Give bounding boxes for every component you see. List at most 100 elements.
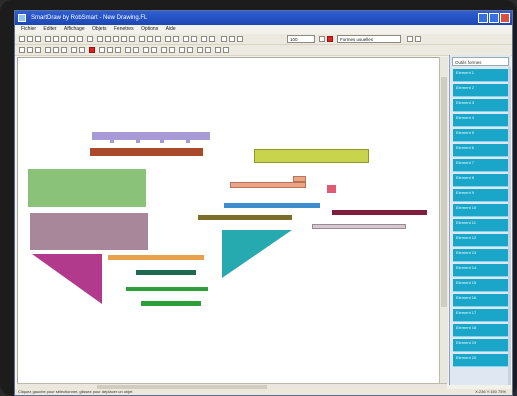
- bright-green-bar-shape[interactable]: [141, 301, 201, 306]
- symbol-icon[interactable]: [205, 47, 211, 53]
- bold-icon[interactable]: [19, 47, 25, 53]
- rectangle-icon[interactable]: [113, 36, 119, 42]
- panel-item[interactable]: Element 5: [453, 129, 508, 142]
- arrow-icon[interactable]: [237, 36, 243, 42]
- menu-options[interactable]: Options: [141, 25, 158, 34]
- next-icon[interactable]: [223, 47, 229, 53]
- panel-item[interactable]: Element 13: [453, 249, 508, 262]
- panel-item[interactable]: Element 18: [453, 324, 508, 337]
- panel-item[interactable]: Element 2: [453, 84, 508, 97]
- salmon-bar-shape[interactable]: [230, 182, 306, 188]
- paste-icon[interactable]: [69, 36, 75, 42]
- panel-header[interactable]: Outils formes: [452, 57, 509, 66]
- panel-item[interactable]: Element 17: [453, 309, 508, 322]
- menu-objects[interactable]: Objets: [92, 25, 106, 34]
- panel-item[interactable]: Element 6: [453, 144, 508, 157]
- grid-icon[interactable]: [155, 36, 161, 42]
- magenta-triangle-shape[interactable]: [32, 254, 104, 306]
- bring-front-icon[interactable]: [71, 47, 77, 53]
- panel-item[interactable]: Element 4: [453, 114, 508, 127]
- panel-item[interactable]: Element 20: [453, 354, 508, 367]
- menu-view[interactable]: Affichage: [64, 25, 85, 34]
- align-center-icon[interactable]: [53, 47, 59, 53]
- maximize-button[interactable]: [489, 13, 499, 23]
- arrowhead-icon[interactable]: [115, 47, 121, 53]
- table-icon[interactable]: [197, 47, 203, 53]
- panel-scrollbar[interactable]: [508, 67, 511, 385]
- zoom-in-icon[interactable]: [201, 36, 207, 42]
- size-icon[interactable]: [169, 47, 175, 53]
- panel-item[interactable]: Element 19: [453, 339, 508, 352]
- mauve-rectangle-shape[interactable]: [30, 213, 148, 250]
- panel-item[interactable]: Element 10: [453, 204, 508, 217]
- shape-library-dropdown[interactable]: Formes usuelles: [337, 35, 401, 43]
- previous-icon[interactable]: [215, 47, 221, 53]
- minimize-button[interactable]: [478, 13, 488, 23]
- menu-help[interactable]: Aide: [166, 25, 176, 34]
- ellipse-icon[interactable]: [121, 36, 127, 42]
- green-bar-shape[interactable]: [126, 287, 208, 291]
- menu-windows[interactable]: Fenetres: [114, 25, 134, 34]
- pencil-icon[interactable]: [97, 36, 103, 42]
- panel-item[interactable]: Element 11: [453, 219, 508, 232]
- color-icon[interactable]: [229, 36, 235, 42]
- rust-bar-shape[interactable]: [90, 148, 203, 156]
- polygon-icon[interactable]: [129, 36, 135, 42]
- pink-square-shape[interactable]: [327, 185, 336, 193]
- grey-bar-shape[interactable]: [312, 224, 406, 229]
- new-icon[interactable]: [19, 36, 25, 42]
- panel-item[interactable]: Element 1: [453, 69, 508, 82]
- salmon-tab-shape[interactable]: [293, 176, 306, 182]
- undo-icon[interactable]: [77, 36, 83, 42]
- panel-item[interactable]: Element 14: [453, 264, 508, 277]
- layer-icon[interactable]: [221, 36, 227, 42]
- delete-icon[interactable]: [89, 47, 95, 53]
- panel-item[interactable]: Element 9: [453, 189, 508, 202]
- stop-icon[interactable]: [327, 36, 333, 42]
- flip-icon[interactable]: [191, 36, 197, 42]
- print-icon[interactable]: [45, 36, 51, 42]
- menu-edit[interactable]: Editer: [43, 25, 56, 34]
- close-button[interactable]: [500, 13, 510, 23]
- distribute-icon[interactable]: [161, 47, 167, 53]
- transparency-icon[interactable]: [133, 47, 139, 53]
- panel-item[interactable]: Element 12: [453, 234, 508, 247]
- shadow-icon[interactable]: [125, 47, 131, 53]
- open-icon[interactable]: [27, 36, 33, 42]
- menu-file[interactable]: Fichier: [21, 25, 36, 34]
- olive-bar-shape[interactable]: [198, 215, 292, 220]
- panel-item[interactable]: Element 3: [453, 99, 508, 112]
- align-right-icon[interactable]: [61, 47, 67, 53]
- zoom-out-icon[interactable]: [209, 36, 215, 42]
- maroon-bar-shape[interactable]: [332, 210, 427, 215]
- align-icon[interactable]: [165, 36, 171, 42]
- title-bar[interactable]: SmartDraw by RobSmart - New Drawing.FL: [15, 11, 512, 25]
- line-style-icon[interactable]: [99, 47, 105, 53]
- italic-icon[interactable]: [27, 47, 33, 53]
- drawing-canvas[interactable]: [17, 57, 441, 385]
- pointer-icon[interactable]: [319, 36, 325, 42]
- connector-icon[interactable]: [143, 47, 149, 53]
- blue-bar-shape[interactable]: [224, 203, 320, 208]
- crop-icon[interactable]: [179, 47, 185, 53]
- fill-icon[interactable]: [147, 36, 153, 42]
- settings-icon[interactable]: [415, 36, 421, 42]
- panel-item[interactable]: Element 15: [453, 279, 508, 292]
- save-icon[interactable]: [35, 36, 41, 42]
- green-rectangle-shape[interactable]: [28, 169, 146, 207]
- snap-icon[interactable]: [151, 47, 157, 53]
- vertical-scroll-thumb[interactable]: [441, 77, 447, 307]
- panel-item[interactable]: Element 7: [453, 159, 508, 172]
- chart-icon[interactable]: [187, 47, 193, 53]
- teal-triangle-shape[interactable]: [222, 230, 294, 280]
- align-left-icon[interactable]: [45, 47, 51, 53]
- line-width-icon[interactable]: [107, 47, 113, 53]
- group-icon[interactable]: [173, 36, 179, 42]
- redo-icon[interactable]: [87, 36, 93, 42]
- vertical-scrollbar[interactable]: [439, 57, 448, 383]
- orange-bar-shape[interactable]: [108, 255, 204, 260]
- lavender-bar-shape[interactable]: [92, 132, 210, 140]
- copy-icon[interactable]: [61, 36, 67, 42]
- rotate-icon[interactable]: [183, 36, 189, 42]
- zoom-dropdown[interactable]: 100: [287, 35, 315, 43]
